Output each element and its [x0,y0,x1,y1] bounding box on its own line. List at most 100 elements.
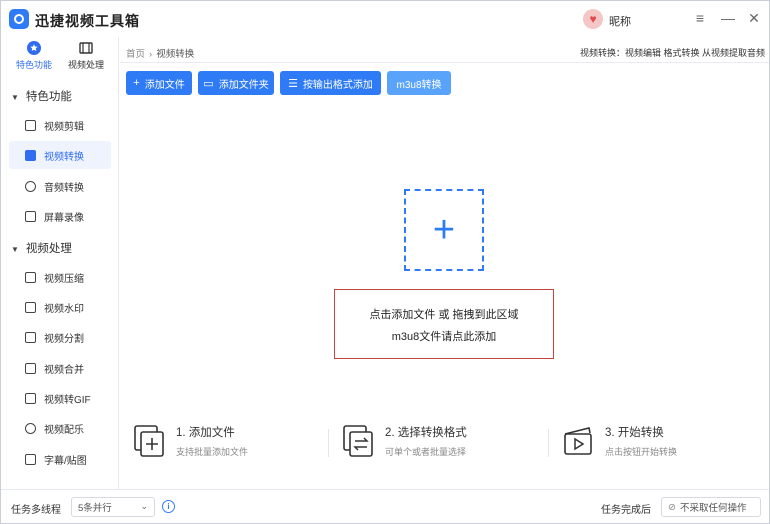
sidebar-item-music[interactable]: 视频配乐 [9,414,111,442]
app-logo-icon [9,9,29,29]
close-icon[interactable]: ✕ [745,9,763,27]
audio-convert-icon [25,180,36,192]
main-panel: 首页 › 视频转换 视频转换：视频编辑 格式转换 从视频提取音频 + 添加文件 ▭ 添加… [120,37,769,489]
step-title: 2. 选择转换格式 [385,427,467,439]
plus-icon: + [432,209,456,251]
video-edit-icon [25,119,36,131]
dropzone[interactable]: + [404,189,484,271]
sidebar-item-label: 视频配乐 [44,424,84,436]
subtitle-icon [25,453,36,465]
threads-label: 任务多线程 [11,505,61,516]
feature-hint: 视频转换：视频编辑 格式转换 从视频提取音频 [579,48,765,58]
dropzone-hint-line2[interactable]: m3u8文件请点此添加 [335,326,553,348]
caret-down-icon: ▼ [11,245,19,254]
sidebar-item-label: 字幕/贴图 [44,455,87,467]
username[interactable]: 昵称 [609,13,631,29]
chevron-down-icon: ⌄ [140,501,148,511]
sidebar-item-label: 视频压缩 [44,273,84,285]
add-file-button[interactable]: + 添加文件 [126,71,192,95]
sidebar-item-merge[interactable]: 视频合并 [9,354,111,382]
footer: 任务多线程 5条并行 ⌄ i 任务完成后 ⊘ 不采取任何操作 [1,489,769,523]
sidebar-item-label: 视频合并 [44,364,84,376]
breadcrumb-separator: › [149,49,153,60]
compress-icon [25,271,36,283]
breadcrumb-current: 视频转换 [156,49,195,60]
app-title: 迅捷视频工具箱 [35,13,140,29]
app-window: 迅捷视频工具箱 ♥ 昵称 ≡ — ✕ 特色功能 视频处理 ▼ 特色功能 视频剪辑 … [0,0,770,524]
breadcrumb: 首页 › 视频转换 [126,46,194,60]
add-by-format-label: 按输出格式添加 [302,79,373,91]
step-title: 1. 添加文件 [176,427,235,439]
sidebar-item-label: 视频剪辑 [44,121,84,133]
sidebar-item-label: 视频转换 [44,151,84,163]
sidebar-item-label: 音频转换 [44,182,84,194]
add-folder-button[interactable]: ▭ 添加文件夹 [198,71,274,95]
watermark-icon [25,301,36,313]
section-video-processing[interactable]: ▼ 视频处理 [11,240,72,256]
minimize-icon[interactable]: — [719,9,737,27]
select-format-step-icon [343,425,373,457]
sidebar-item-label: 视频转GIF [44,394,91,406]
menu-icon[interactable]: ≡ [691,9,709,27]
sidebar: 特色功能 视频处理 ▼ 特色功能 视频剪辑 视频转换 音频转换 屏幕录像 ▼ 视频处… [1,37,119,489]
tab-featured-label: 特色功能 [15,60,52,70]
add-by-format-button[interactable]: ☰ 按输出格式添加 [280,71,381,95]
section-featured[interactable]: ▼ 特色功能 [11,88,72,104]
gif-icon [25,392,36,404]
step-divider [328,429,329,457]
section-featured-label: 特色功能 [25,91,72,103]
done-action-select[interactable]: ⊘ 不采取任何操作 [661,497,761,517]
step-desc: 点击按钮开始转换 [605,447,678,457]
sidebar-item-audio-convert[interactable]: 音频转换 [9,172,111,200]
m3u8-convert-button[interactable]: m3u8转换 [387,71,451,95]
tab-video-processing-label: 视频处理 [67,60,104,70]
sidebar-tabs: 特色功能 视频处理 [1,37,119,77]
sidebar-item-gif[interactable]: 视频转GIF [9,384,111,412]
sidebar-item-label: 视频水印 [44,303,84,315]
add-file-label: 添加文件 [144,79,185,91]
step-title: 3. 开始转换 [605,427,664,439]
star-icon [27,41,41,55]
dropzone-hint-line1: 点击添加文件 或 拖拽到此区域 [369,309,519,321]
tab-featured[interactable]: 特色功能 [9,39,59,75]
user-avatar-icon[interactable]: ♥ [583,9,603,29]
sidebar-item-screen-record[interactable]: 屏幕录像 [9,202,111,230]
sidebar-item-split[interactable]: 视频分割 [9,323,111,351]
folder-icon: ▭ [203,77,214,90]
step-select-format: 2. 选择转换格式 可单个或者批量选择 [343,425,533,465]
dropzone-hint[interactable]: 点击添加文件 或 拖拽到此区域 m3u8文件请点此添加 [334,289,554,359]
threads-value: 5条并行 [78,503,112,514]
add-folder-label: 添加文件夹 [218,79,269,91]
block-icon: ⊘ [668,501,676,513]
done-value: 不采取任何操作 [679,503,747,514]
step-desc: 支持批量添加文件 [176,447,249,457]
split-icon [25,331,36,343]
sidebar-item-label: 屏幕录像 [44,212,84,224]
clapperboard-icon [564,427,592,455]
info-icon[interactable]: i [162,500,175,513]
step-desc: 可单个或者批量选择 [385,447,467,457]
merge-icon [25,362,36,374]
sidebar-item-video-convert[interactable]: 视频转换 [9,141,111,169]
threads-select[interactable]: 5条并行 ⌄ [71,497,155,517]
sidebar-item-video-edit[interactable]: 视频剪辑 [9,111,111,139]
section-video-processing-label: 视频处理 [25,243,72,255]
step-divider [548,429,549,457]
sidebar-item-subtitle[interactable]: 字幕/贴图 [9,445,111,473]
sidebar-item-watermark[interactable]: 视频水印 [9,293,111,321]
screen-record-icon [25,210,36,222]
sidebar-item-compress[interactable]: 视频压缩 [9,263,111,291]
step-start-convert: 3. 开始转换 点击按钮开始转换 [563,425,753,465]
breadcrumb-home[interactable]: 首页 [126,49,145,60]
caret-down-icon: ▼ [11,93,19,102]
title-bar: 迅捷视频工具箱 ♥ 昵称 ≡ — ✕ [1,1,769,37]
list-icon: ☰ [288,77,298,90]
plus-icon: + [133,77,140,89]
step-add-file: 1. 添加文件 支持批量添加文件 [134,425,324,465]
done-label: 任务完成后 [601,505,651,516]
film-icon [79,42,93,54]
divider [120,62,769,63]
tab-video-processing[interactable]: 视频处理 [61,39,111,75]
m3u8-convert-label: m3u8转换 [396,79,442,91]
add-file-step-icon [134,425,164,457]
